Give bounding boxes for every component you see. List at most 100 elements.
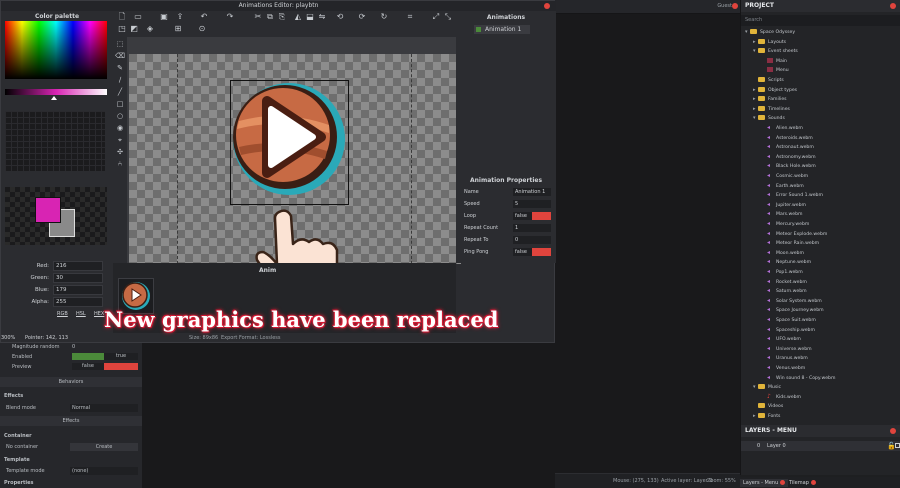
tree-sound-file[interactable]: ◂ Moon.webm xyxy=(767,249,804,259)
select-rect-icon[interactable]: ⬚ xyxy=(115,39,125,49)
redo-icon[interactable]: ↷ xyxy=(225,12,235,22)
tree-sound-file[interactable]: ◂ Mercury.webm xyxy=(767,220,809,230)
shrink-icon[interactable]: ⤡ xyxy=(443,12,453,22)
green-input[interactable]: 30 xyxy=(53,273,103,283)
tree-sound-file[interactable]: ◂ Alien.webm xyxy=(767,124,803,134)
tree-sound-file[interactable]: ◂ Black Hole.webm xyxy=(767,162,816,172)
tree-sound-file[interactable]: ◂ Saturn.webm xyxy=(767,287,807,297)
visibility-checkbox[interactable] xyxy=(895,443,900,448)
open-folder-icon[interactable]: ▭ xyxy=(133,12,143,22)
close-icon[interactable] xyxy=(890,3,896,9)
rotate-ccw-icon[interactable]: ⟲ xyxy=(335,12,345,22)
effects-button[interactable]: Effects xyxy=(0,416,142,426)
close-icon[interactable] xyxy=(890,428,896,434)
create-button[interactable]: Create xyxy=(70,443,138,451)
tree-sound-file[interactable]: ◂ Earth.webm xyxy=(767,182,804,192)
hue-slider-handle[interactable] xyxy=(51,96,57,100)
tree-sound-file[interactable]: ◂ Spaceship.webm xyxy=(767,326,815,336)
close-app-icon[interactable] xyxy=(732,3,738,9)
editor-title[interactable]: Animations Editor: playbtn xyxy=(1,1,556,11)
tree-folder[interactable]: ▾ Music xyxy=(753,383,781,393)
effects-section[interactable]: Effects xyxy=(0,391,142,401)
tree-folder[interactable]: ▸ Fonts xyxy=(753,412,780,422)
tree-folder[interactable]: Videos xyxy=(753,402,783,412)
tree-sound-file[interactable]: ◂ Universe.webm xyxy=(767,345,812,355)
close-icon[interactable] xyxy=(544,3,550,9)
tab-tilemap[interactable]: Tilemap xyxy=(786,479,819,487)
flip-vertical-icon[interactable]: ⬓ xyxy=(305,12,315,22)
project-search-input[interactable]: Search xyxy=(741,15,900,26)
tree-event-sheet[interactable]: Main xyxy=(767,57,787,67)
tab-layers-menu[interactable]: Layers - Menu xyxy=(740,479,789,487)
tree-sound-file[interactable]: ◂ Venus.webm xyxy=(767,364,805,374)
brush-icon[interactable]: ∕ xyxy=(115,75,125,85)
line-icon[interactable]: ╱ xyxy=(115,87,125,97)
tree-folder[interactable]: ▸ Families xyxy=(753,95,787,105)
blue-input[interactable]: 179 xyxy=(53,285,103,295)
tree-folder[interactable]: ▾ Event sheets xyxy=(753,47,798,57)
template-mode-select[interactable]: (none) xyxy=(70,467,138,475)
tree-sound-file[interactable]: ◂ Astronomy.webm xyxy=(767,153,816,163)
flip-horizontal-icon[interactable]: ◭ xyxy=(293,12,303,22)
tree-music-file[interactable]: ♪ Kids.webm xyxy=(767,393,801,403)
properties-section[interactable]: Properties xyxy=(0,478,142,488)
tree-sound-file[interactable]: ◂ Neptune.webm xyxy=(767,258,811,268)
hierarchy-icon[interactable]: ⑃ xyxy=(115,159,125,169)
tree-folder[interactable]: ▾ Sounds xyxy=(753,114,785,124)
user-label[interactable]: Guest xyxy=(717,3,732,9)
paste-icon[interactable]: ⎘ xyxy=(277,12,287,22)
grid-icon[interactable]: ⊞ xyxy=(173,24,183,34)
tree-folder[interactable]: ▸ Layouts xyxy=(753,38,786,48)
mirror-icon[interactable]: ⇋ xyxy=(317,12,327,22)
tree-sound-file[interactable]: ◂ Uranus.webm xyxy=(767,354,808,364)
name-input[interactable]: Animation 1 xyxy=(513,188,551,196)
fill-bucket-icon[interactable]: ◉ xyxy=(115,123,125,133)
tree-sound-file[interactable]: ◂ Jupiter.webm xyxy=(767,201,806,211)
color-swatches-grid[interactable] xyxy=(5,111,105,171)
animation-item[interactable]: Animation 1 xyxy=(474,25,530,34)
hue-slider[interactable] xyxy=(5,89,107,95)
tree-sound-file[interactable]: ◂ Meteor Explode.webm xyxy=(767,230,827,240)
alpha-input[interactable]: 255 xyxy=(53,297,103,307)
prop-value[interactable]: false xyxy=(72,363,104,370)
tree-sound-file[interactable]: ◂ Solar System.webm xyxy=(767,297,822,307)
save-icon[interactable]: ▣ xyxy=(159,12,169,22)
primary-color-swatch[interactable] xyxy=(35,197,61,223)
tree-root[interactable]: ▾ Space Odyssey xyxy=(745,28,795,38)
collision-polygon-icon[interactable]: ◩ xyxy=(129,24,139,34)
rotate-cw-icon[interactable]: ⟳ xyxy=(357,12,367,22)
template-section[interactable]: Template xyxy=(0,455,142,465)
tree-sound-file[interactable]: ◂ Space Journey.webm xyxy=(767,306,824,316)
tree-sound-file[interactable]: ◂ UFO.webm xyxy=(767,335,801,345)
pencil-icon[interactable]: ✎ xyxy=(115,63,125,73)
toggle-false-fill[interactable] xyxy=(104,363,138,370)
layer-row[interactable]: 0 Layer 0 🔓 xyxy=(741,441,900,451)
blend-mode-select[interactable]: Normal xyxy=(70,404,138,412)
color-mode-hex[interactable]: HEX xyxy=(94,311,104,317)
red-input[interactable]: 216 xyxy=(53,261,103,271)
ping-pong-toggle[interactable]: false xyxy=(513,248,551,256)
close-tab-icon[interactable] xyxy=(810,480,816,485)
tree-sound-file[interactable]: ◂ Pop1.webm xyxy=(767,268,803,278)
tree-sound-file[interactable]: ◂ Win sound 8 - Copy.webm xyxy=(767,374,835,384)
tree-sound-file[interactable]: ◂ Mars.webm xyxy=(767,210,803,220)
copy-icon[interactable]: ⧉ xyxy=(265,12,275,22)
prop-value[interactable]: true xyxy=(104,353,138,360)
repeat-to-input[interactable]: 0 xyxy=(513,236,551,244)
origin-point-icon[interactable]: ✣ xyxy=(115,147,125,157)
layers-icon[interactable]: ◈ xyxy=(145,24,155,34)
toggle-true-fill[interactable] xyxy=(72,353,104,360)
repeat-count-input[interactable]: 1 xyxy=(513,224,551,232)
undo-icon[interactable]: ↶ xyxy=(199,12,209,22)
ellipse-icon[interactable]: ○ xyxy=(115,111,125,121)
tree-folder[interactable]: ▸ Timelines xyxy=(753,105,790,115)
tree-sound-file[interactable]: ◂ Meteor Rain.webm xyxy=(767,239,819,249)
tree-sound-file[interactable]: ◂ Astronaut.webm xyxy=(767,143,814,153)
play-preview-icon[interactable]: ⊙ xyxy=(197,24,207,34)
tree-event-sheet[interactable]: Menu xyxy=(767,66,789,76)
image-points-icon[interactable]: ◳ xyxy=(117,24,127,34)
container-section[interactable]: Container xyxy=(0,431,142,441)
color-mode-rgb[interactable]: RGB xyxy=(57,311,68,317)
color-picker-icon[interactable]: ⌖ xyxy=(115,135,125,145)
crop-icon[interactable]: ⌗ xyxy=(405,12,415,22)
